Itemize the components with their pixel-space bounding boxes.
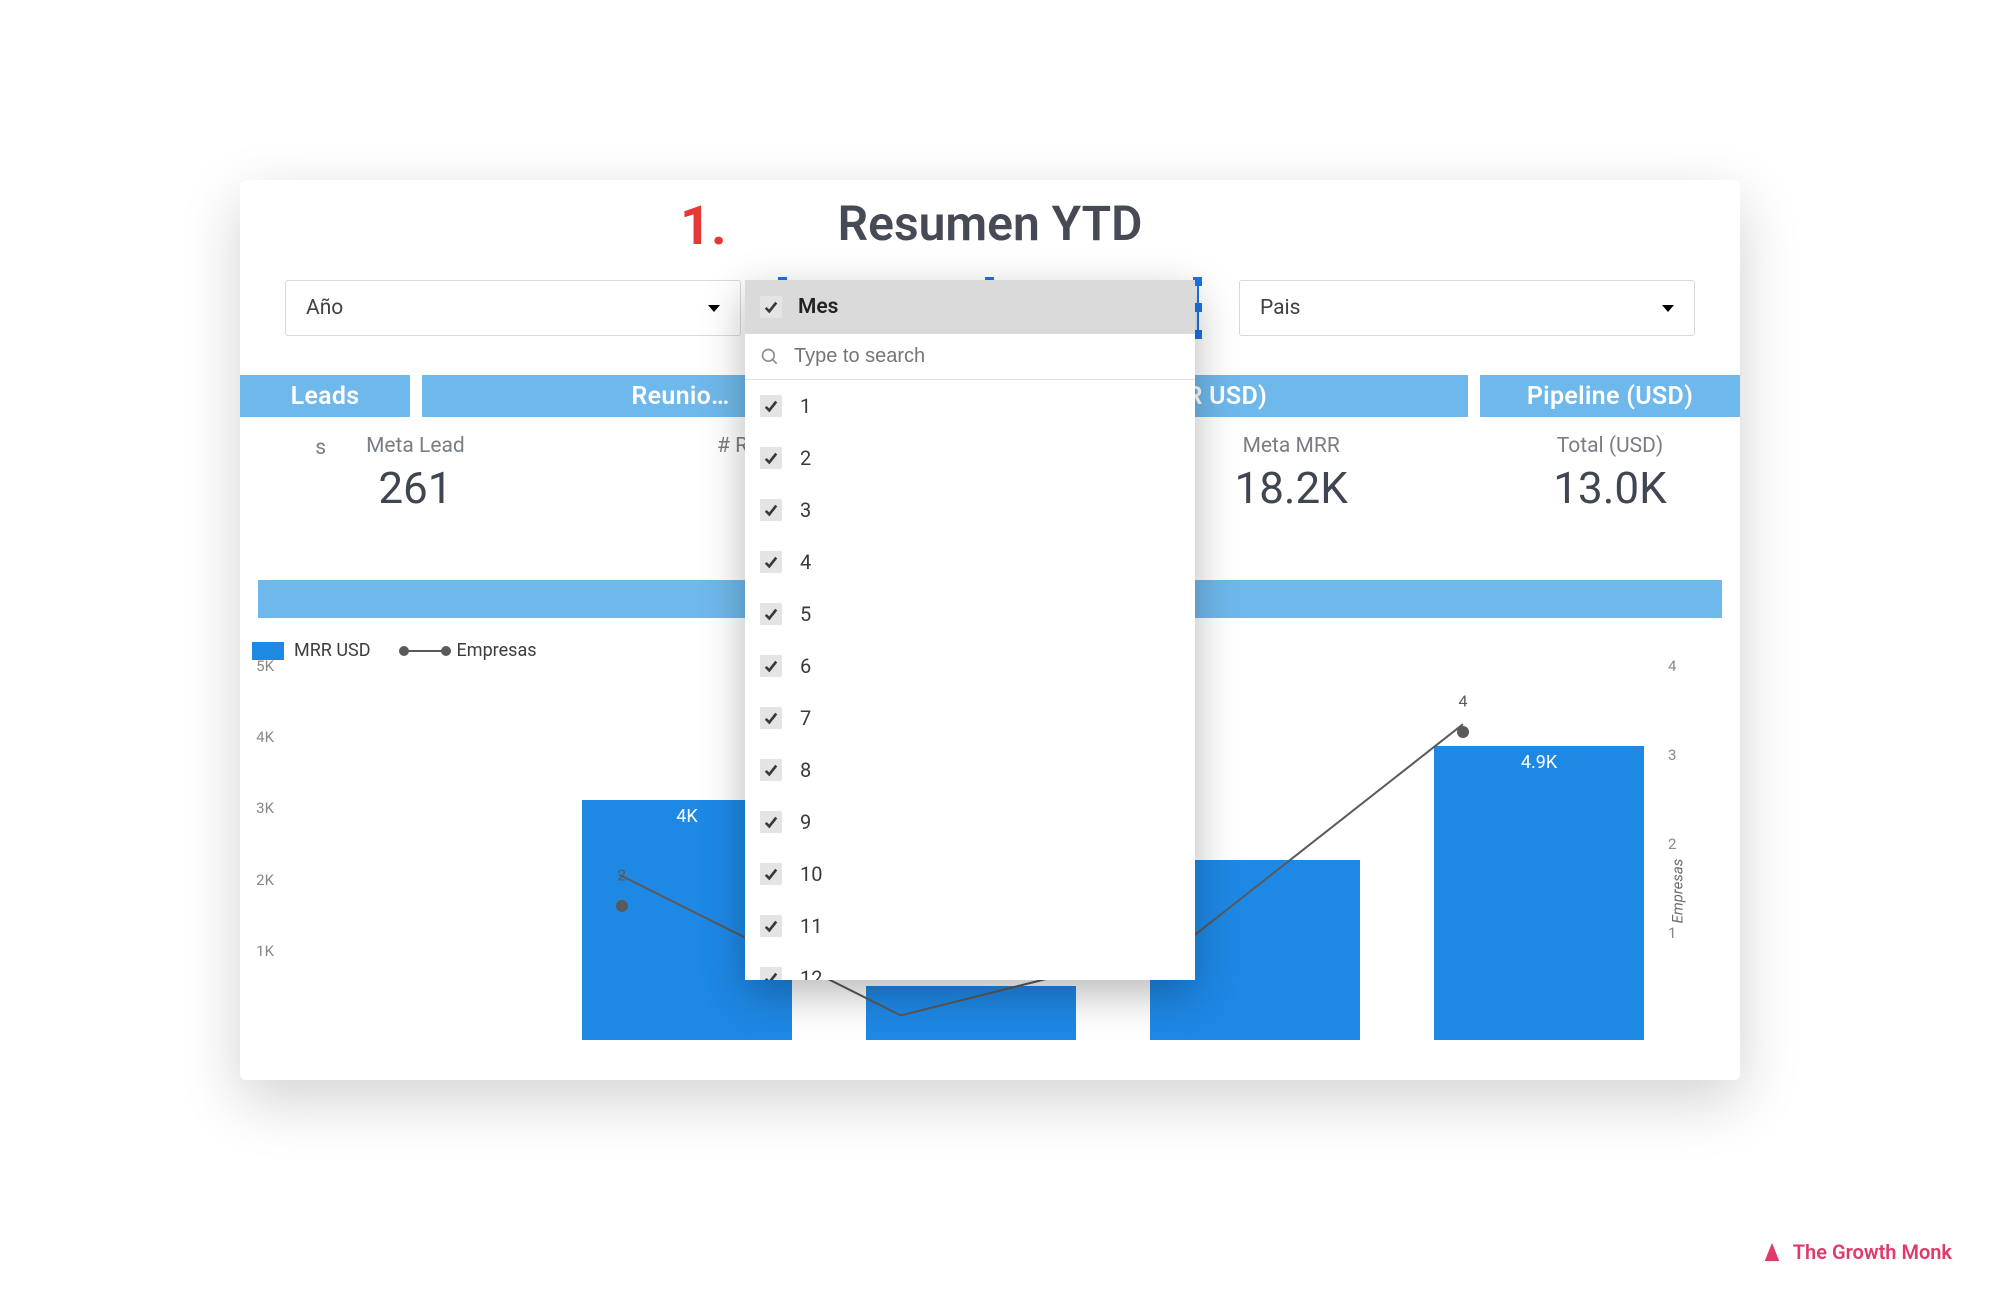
- line-point-2: [616, 900, 628, 912]
- checkbox-icon[interactable]: [760, 551, 782, 573]
- bar-3: 890.5: [866, 986, 1076, 1040]
- kpi-pipeline-value: 13.0K: [1553, 462, 1666, 514]
- dropdown-option[interactable]: 1: [745, 380, 1195, 432]
- kpi-leads-leftfrag: s: [315, 434, 326, 460]
- checkbox-all-icon[interactable]: [760, 296, 782, 318]
- line-point-2-label: 2: [617, 865, 626, 884]
- filter-month-dropdown[interactable]: Mes 123456789101112: [745, 280, 1195, 980]
- checkbox-icon[interactable]: [760, 915, 782, 937]
- checkbox-icon[interactable]: [760, 655, 782, 677]
- checkbox-icon[interactable]: [760, 603, 782, 625]
- chart-legend: MRR USD Empresas: [252, 640, 537, 661]
- checkbox-icon[interactable]: [760, 447, 782, 469]
- brand-name: The Growth Monk: [1793, 1240, 1952, 1264]
- checkbox-icon[interactable]: [760, 811, 782, 833]
- checkbox-icon[interactable]: [760, 967, 782, 980]
- checkbox-icon[interactable]: [760, 707, 782, 729]
- brand-footer: The Growth Monk: [1761, 1240, 1952, 1264]
- dropdown-option[interactable]: 3: [745, 484, 1195, 536]
- dropdown-title: Mes: [798, 295, 838, 319]
- checkbox-icon[interactable]: [760, 499, 782, 521]
- checkbox-icon[interactable]: [760, 863, 782, 885]
- line-marker-icon: [403, 650, 447, 652]
- chevron-down-icon: [1662, 305, 1674, 312]
- search-icon: [760, 347, 780, 367]
- dropdown-option[interactable]: 4: [745, 536, 1195, 588]
- line-point-5: [1457, 726, 1469, 738]
- legend-line: Empresas: [403, 640, 537, 661]
- page-title: Resumen YTD: [240, 195, 1740, 252]
- filter-country-select[interactable]: Pais: [1239, 280, 1695, 336]
- dropdown-option[interactable]: 12: [745, 952, 1195, 980]
- kpi-mrr-meta-value: 18.2K: [1234, 462, 1347, 514]
- kpi-mrr-meta-label: Meta MRR: [1234, 434, 1347, 458]
- dashboard-card: 1. Resumen YTD Año Pais Leads Reunio… …R…: [240, 180, 1740, 1080]
- dropdown-option[interactable]: 10: [745, 848, 1195, 900]
- y-axis-right-label: Empresas: [1669, 859, 1687, 924]
- dropdown-option[interactable]: 6: [745, 640, 1195, 692]
- y-axis-left: 1K 2K 3K 4K 5K: [254, 684, 274, 1040]
- dropdown-option[interactable]: 5: [745, 588, 1195, 640]
- filter-year-select[interactable]: Año: [285, 280, 741, 336]
- dropdown-option[interactable]: 11: [745, 900, 1195, 952]
- kpi-header-pipeline: Pipeline (USD): [1480, 375, 1740, 417]
- kpi-leads-meta-value: 261: [366, 462, 465, 514]
- checkbox-icon[interactable]: [760, 759, 782, 781]
- bar-5: 4.9K: [1434, 746, 1644, 1040]
- dropdown-option[interactable]: 2: [745, 432, 1195, 484]
- dropdown-option[interactable]: 8: [745, 744, 1195, 796]
- dropdown-option[interactable]: 7: [745, 692, 1195, 744]
- dropdown-search-input[interactable]: [794, 345, 1180, 368]
- chevron-down-icon: [708, 305, 720, 312]
- dropdown-list[interactable]: 123456789101112: [745, 380, 1195, 980]
- dropdown-search: [745, 334, 1195, 380]
- kpi-leads-meta-label: Meta Lead: [366, 434, 465, 458]
- filter-year-label: Año: [306, 296, 343, 320]
- dropdown-option[interactable]: 9: [745, 796, 1195, 848]
- checkbox-icon[interactable]: [760, 395, 782, 417]
- line-point-5-label: 4: [1458, 691, 1467, 710]
- brand-icon: [1761, 1241, 1783, 1263]
- kpi-pipeline-label: Total (USD): [1553, 434, 1666, 458]
- dropdown-header[interactable]: Mes: [745, 280, 1195, 334]
- kpi-header-leads: Leads: [240, 375, 410, 417]
- filter-country-label: Pais: [1260, 296, 1301, 320]
